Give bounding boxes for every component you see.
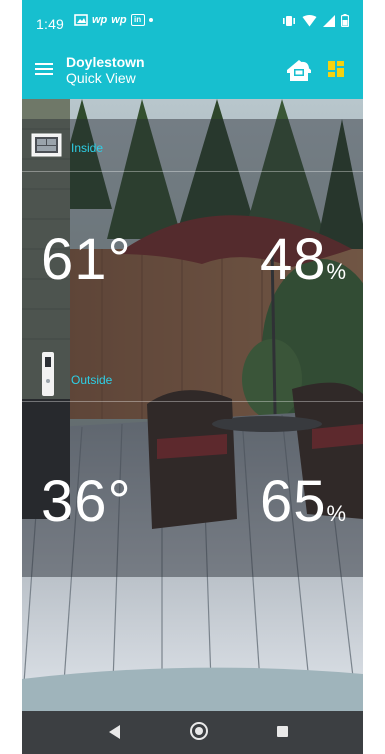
dashboard-grid-icon[interactable] [328, 61, 344, 77]
outside-humidity-unit: % [326, 501, 347, 526]
console-display-icon [31, 133, 62, 157]
outside-temperature: 36° [41, 469, 132, 534]
inside-temperature: 61° [41, 227, 132, 292]
linkedin-icon: in [130, 14, 145, 26]
navigation-bar [22, 711, 363, 754]
status-bar: 1:49 wp wp in [22, 0, 363, 45]
inside-header[interactable]: Inside [22, 119, 363, 172]
view-subtitle: Quick View [66, 70, 136, 86]
inside-humidity: 48% [260, 227, 347, 292]
outdoor-sensor-icon [42, 352, 54, 396]
phone-screen: 1:49 wp wp in Doylestown Quick View Insi… [22, 0, 363, 754]
background-photo: Inside 61° 48% Outside 36° 65% [22, 99, 363, 711]
battery-icon [341, 14, 349, 27]
notification-icons: wp wp in [74, 14, 153, 26]
inside-label: Inside [71, 141, 104, 155]
page: 1:49 wp wp in Doylestown Quick View Insi… [0, 0, 385, 754]
back-icon[interactable] [109, 725, 120, 739]
inside-humidity-unit: % [326, 259, 347, 284]
outside-header[interactable]: Outside [22, 349, 363, 402]
status-icons [282, 14, 349, 27]
outside-label: Outside [71, 373, 113, 387]
wp-icon: wp [92, 14, 108, 26]
wp-icon: wp [111, 14, 127, 26]
home-icon[interactable] [190, 722, 208, 740]
vibrate-icon [283, 15, 295, 26]
location-title[interactable]: Doylestown [66, 54, 145, 70]
home-station-icon[interactable] [284, 57, 314, 83]
gallery-icon [74, 14, 88, 26]
signal-icon [323, 14, 335, 27]
wifi-icon [302, 14, 317, 26]
recent-apps-icon[interactable] [277, 726, 288, 737]
outside-humidity: 65% [260, 469, 347, 534]
dot-icon [148, 18, 153, 22]
menu-icon[interactable] [35, 61, 53, 77]
status-time: 1:49 [36, 16, 65, 32]
app-bar: Doylestown Quick View [22, 45, 363, 99]
